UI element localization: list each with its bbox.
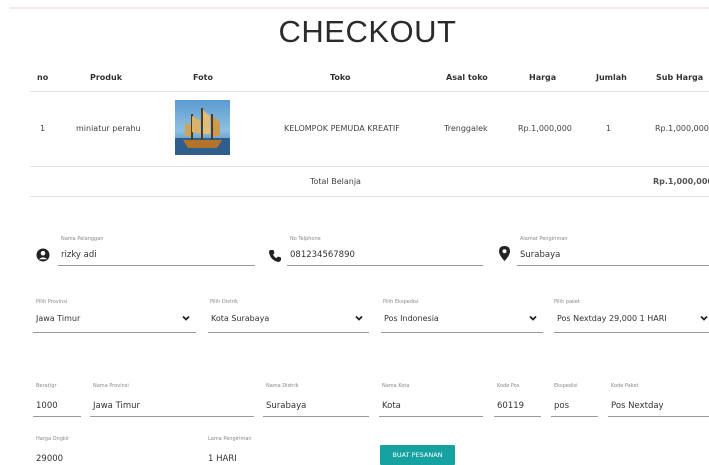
ekspedisi-underline — [551, 416, 598, 417]
ekspedisi-label: Ekspedisi — [554, 383, 578, 389]
kode-pos-label: Kode Pos — [497, 383, 520, 389]
berat-label: Berat/gr — [36, 383, 57, 389]
cell-toko: KELOMPOK PEMUDA KREATIF — [284, 124, 400, 133]
berat-field[interactable]: 1000 — [36, 401, 58, 411]
nama-provinsi-field[interactable]: Jawa Timur — [93, 401, 140, 411]
distrik-select[interactable]: Kota Surabaya — [208, 308, 369, 333]
cell-asal-toko: Trenggalek — [444, 124, 488, 133]
lama-pengiriman-label: Lama Pengiriman — [208, 436, 252, 442]
nama-kota-field[interactable]: Kota — [382, 401, 401, 411]
provinsi-select-label: Pilih Provinsi — [36, 299, 68, 305]
page-title: CHECKOUT — [278, 14, 457, 49]
phone-label: No Telphone — [290, 236, 321, 242]
nama-distrik-field[interactable]: Surabaya — [266, 401, 306, 411]
ekspedisi-select-value: Pos Indonesia — [384, 314, 439, 323]
col-header-asal-toko: Asal toko — [446, 73, 488, 82]
name-label: Nama Pelanggan — [61, 236, 104, 242]
total-divider — [30, 196, 709, 197]
kode-paket-label: Kode Paket — [611, 383, 639, 389]
ekspedisi-select[interactable]: Pos Indonesia — [381, 308, 543, 333]
provinsi-select[interactable]: Jawa Timur — [33, 308, 196, 333]
address-field[interactable]: Surabaya — [520, 250, 560, 260]
paket-select-value: Pos Nextday 29,000 1 HARI — [557, 314, 667, 323]
chevron-down-icon — [700, 315, 708, 321]
chevron-down-icon — [529, 315, 537, 321]
kode-paket-field[interactable]: Pos Nextday — [611, 401, 664, 411]
col-header-no: no — [37, 73, 49, 82]
ekspedisi-field[interactable]: pos — [554, 401, 569, 411]
cell-no: 1 — [40, 124, 46, 133]
paket-select[interactable]: Pos Nextday 29,000 1 HARI — [554, 308, 709, 333]
lama-pengiriman-field[interactable]: 1 HARI — [208, 454, 237, 464]
provinsi-select-value: Jawa Timur — [36, 314, 81, 323]
buat-pesanan-button[interactable]: BUAT PESANAN — [380, 445, 455, 465]
total-value: Rp.1,000,000 — [653, 177, 709, 186]
col-header-foto: Foto — [193, 73, 213, 82]
paket-select-label: Pilih paket — [554, 299, 580, 305]
name-field[interactable]: rizky adi — [61, 250, 97, 260]
col-header-produk: Produk — [90, 73, 123, 82]
cell-produk: miniatur perahu — [76, 124, 141, 133]
berat-underline — [33, 416, 81, 417]
nama-distrik-label: Nama Distrik — [266, 383, 299, 389]
distrik-select-label: Pilih Distrik — [210, 299, 238, 305]
product-photo — [175, 100, 230, 155]
address-underline — [517, 265, 709, 266]
col-header-sub-harga: Sub Harga — [656, 73, 704, 82]
total-label: Total Belanja — [310, 177, 361, 186]
chevron-down-icon — [182, 315, 190, 321]
cell-jumlah: 1 — [606, 124, 612, 133]
phone-underline — [287, 265, 483, 266]
nama-kota-underline — [379, 416, 483, 417]
phone-icon — [268, 248, 282, 267]
nama-distrik-underline — [263, 416, 369, 417]
address-label: Alamat Pengiriman — [520, 236, 568, 242]
user-icon — [36, 247, 50, 266]
cell-harga: Rp.1,000,000 — [518, 124, 572, 133]
harga-ongkir-field[interactable]: 29000 — [36, 454, 63, 464]
nama-provinsi-label: Nama Provinsi — [93, 383, 129, 389]
kode-pos-underline — [494, 416, 541, 417]
col-header-toko: Toko — [330, 73, 351, 82]
col-header-jumlah: Jumlah — [596, 73, 627, 82]
distrik-select-value: Kota Surabaya — [211, 314, 270, 323]
top-border — [10, 7, 709, 9]
nama-kota-label: Nama Kota — [382, 383, 410, 389]
cell-sub-harga: Rp.1,000,000 — [655, 124, 709, 133]
col-header-harga: Harga — [529, 73, 557, 82]
chevron-down-icon — [355, 315, 363, 321]
name-underline — [58, 265, 255, 266]
kode-paket-underline — [608, 416, 709, 417]
row-divider — [30, 166, 709, 167]
ekspedisi-select-label: Pilih Ekspedisi — [383, 299, 419, 305]
header-divider — [30, 91, 709, 92]
location-pin-icon — [499, 246, 510, 265]
nama-provinsi-underline — [90, 416, 254, 417]
harga-ongkir-label: Harga Ongkir — [36, 436, 70, 442]
phone-field[interactable]: 081234567890 — [290, 250, 355, 260]
kode-pos-field[interactable]: 60119 — [497, 401, 524, 411]
